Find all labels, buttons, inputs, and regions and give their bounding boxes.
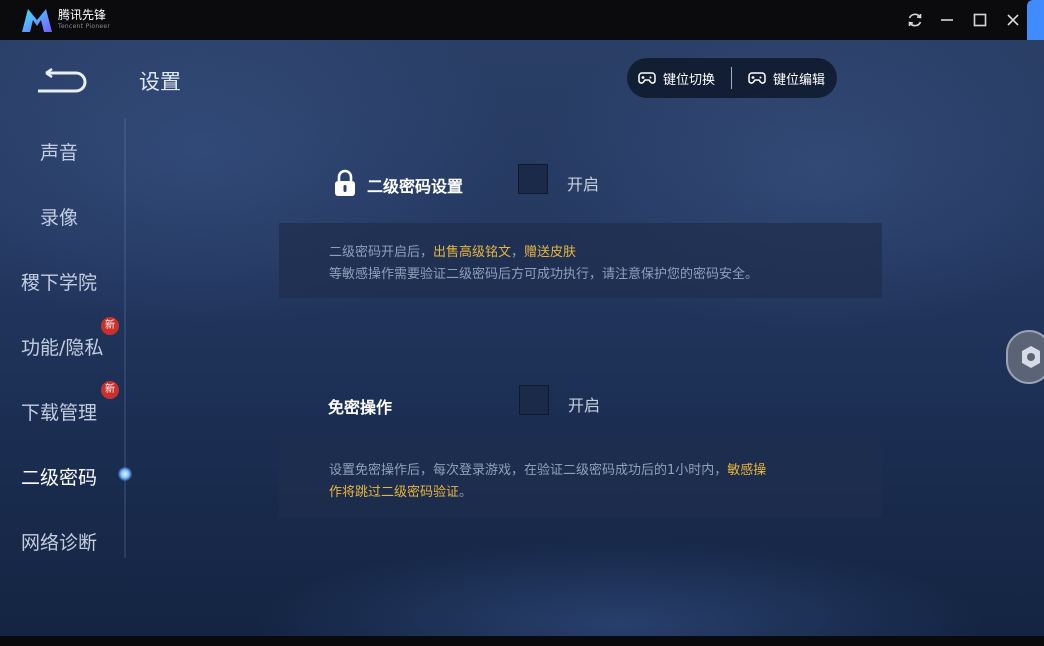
app-subtitle: Tencent Pioneer <box>58 23 111 30</box>
sidebar-divider <box>124 118 126 558</box>
nopass-info-line1: 设置免密操作后，每次登录游戏，在验证二级密码成功后的1小时内，敏感操 <box>329 463 767 478</box>
password-info-box: 二级密码开启后，出售高级铭文，赠送皮肤 等敏感操作需要验证二级密码后方可成功执行… <box>279 223 882 298</box>
active-indicator <box>118 467 132 481</box>
sidebar-item-sound[interactable]: 声音 <box>40 138 78 165</box>
password-info-line1: 二级密码开启后，出售高级铭文，赠送皮肤 <box>329 245 577 260</box>
password-enable-checkbox[interactable] <box>518 164 548 194</box>
nopass-info-box: 设置免密操作后，每次登录游戏，在验证二级密码成功后的1小时内，敏感操 作将跳过二… <box>279 440 882 518</box>
settings-panel <box>0 40 1044 636</box>
bottom-bar <box>0 636 1044 646</box>
floating-assistant-button[interactable] <box>1006 330 1044 384</box>
refresh-icon[interactable] <box>905 10 925 30</box>
keymap-toolbar: 键位切换 键位编辑 <box>627 58 837 98</box>
highlight-text: 出售高级铭文 <box>433 245 512 260</box>
close-icon[interactable] <box>1003 10 1023 30</box>
back-arrow-icon[interactable] <box>32 68 90 94</box>
gamepad-icon <box>748 72 766 84</box>
minimize-icon[interactable] <box>937 10 957 30</box>
password-info-line2: 等敏感操作需要验证二级密码后方可成功执行，请注意保护您的密码安全。 <box>329 267 759 282</box>
lock-icon <box>335 169 355 196</box>
page-title: 设置 <box>139 70 181 94</box>
password-enable-label: 开启 <box>567 175 600 194</box>
highlight-text: 作将跳过二级密码验证 <box>329 485 460 500</box>
nopass-setting-title: 免密操作 <box>328 398 393 417</box>
sidebar-item-downloads[interactable]: 下载管理 <box>21 398 97 425</box>
highlight-text: 赠送皮肤 <box>524 245 577 260</box>
new-badge: 新 <box>101 381 119 399</box>
maximize-icon[interactable] <box>970 10 990 30</box>
hexagon-icon <box>1022 346 1040 368</box>
nopass-enable-checkbox[interactable] <box>519 385 549 415</box>
sidebar-item-network-diagnosis[interactable]: 网络诊断 <box>21 528 97 555</box>
keymap-edit-button[interactable]: 键位编辑 <box>748 69 826 88</box>
password-setting-title: 二级密码设置 <box>367 177 464 196</box>
new-badge: 新 <box>101 317 119 335</box>
sidebar-item-recording[interactable]: 录像 <box>40 203 78 230</box>
gamepad-icon <box>638 72 656 84</box>
keymap-switch-label: 键位切换 <box>663 72 716 88</box>
sidebar-item-academy[interactable]: 稷下学院 <box>21 268 97 295</box>
highlight-text: 敏感操 <box>727 463 767 478</box>
sidebar-item-secondary-password[interactable]: 二级密码 <box>21 463 97 490</box>
keymap-switch-button[interactable]: 键位切换 <box>638 69 716 88</box>
logo-icon <box>22 9 52 32</box>
divider <box>731 67 732 89</box>
keymap-edit-label: 键位编辑 <box>773 72 826 88</box>
nopass-enable-label: 开启 <box>568 396 601 415</box>
title-bar: 腾讯先锋 Tencent Pioneer <box>0 0 1044 76</box>
app-name: 腾讯先锋 <box>58 8 107 22</box>
sidebar-item-features-privacy[interactable]: 功能/隐私 <box>21 333 103 360</box>
nopass-info-line2: 作将跳过二级密码验证。 <box>329 485 473 500</box>
